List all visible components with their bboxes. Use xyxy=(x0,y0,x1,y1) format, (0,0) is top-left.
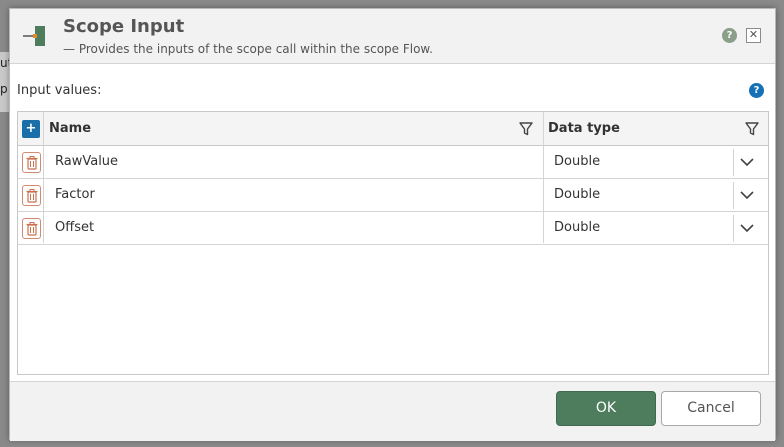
add-row-button[interactable]: + xyxy=(22,120,40,138)
close-icon[interactable]: ✕ xyxy=(746,28,761,43)
table-row: RawValue Double xyxy=(18,146,768,179)
trash-icon xyxy=(26,222,38,236)
select-divider xyxy=(733,182,734,209)
delete-row-button[interactable] xyxy=(22,152,41,173)
trash-icon xyxy=(26,156,38,170)
select-divider xyxy=(733,215,734,242)
dialog-title: Scope Input xyxy=(63,16,185,37)
trash-icon xyxy=(26,189,38,203)
dialog-header: Scope Input — Provides the inputs of the… xyxy=(10,9,775,64)
table-row: Offset Double xyxy=(18,212,768,245)
help-icon[interactable]: ? xyxy=(749,83,764,98)
delete-row-button[interactable] xyxy=(22,218,41,239)
row-type-select[interactable]: Double xyxy=(554,154,600,169)
help-icon[interactable]: ? xyxy=(722,28,737,43)
chevron-down-icon[interactable] xyxy=(739,189,755,201)
chevron-down-icon[interactable] xyxy=(739,156,755,168)
filter-icon[interactable] xyxy=(518,121,534,137)
column-header-name[interactable]: Name xyxy=(49,121,91,136)
delete-row-button[interactable] xyxy=(22,185,41,206)
input-values-label: Input values: xyxy=(17,83,102,98)
scope-input-dialog: Scope Input — Provides the inputs of the… xyxy=(9,8,776,441)
row-type-select[interactable]: Double xyxy=(554,187,600,202)
input-values-grid: + Name Data type RawValue Double Factor … xyxy=(17,111,769,375)
dialog-footer: OK Cancel xyxy=(10,381,775,441)
ok-button[interactable]: OK xyxy=(556,391,656,426)
row-name-cell[interactable]: RawValue xyxy=(55,154,118,169)
grid-header: + Name Data type xyxy=(18,112,768,146)
scope-input-icon xyxy=(23,26,45,46)
background-text: p xyxy=(0,82,8,96)
select-divider xyxy=(733,149,734,176)
dialog-subtitle: — Provides the inputs of the scope call … xyxy=(63,42,433,56)
row-name-cell[interactable]: Offset xyxy=(55,220,94,235)
chevron-down-icon[interactable] xyxy=(739,222,755,234)
filter-icon[interactable] xyxy=(744,121,760,137)
column-header-data-type[interactable]: Data type xyxy=(548,121,620,136)
table-row: Factor Double xyxy=(18,179,768,212)
row-name-cell[interactable]: Factor xyxy=(55,187,95,202)
cancel-button[interactable]: Cancel xyxy=(661,391,761,426)
row-type-select[interactable]: Double xyxy=(554,220,600,235)
